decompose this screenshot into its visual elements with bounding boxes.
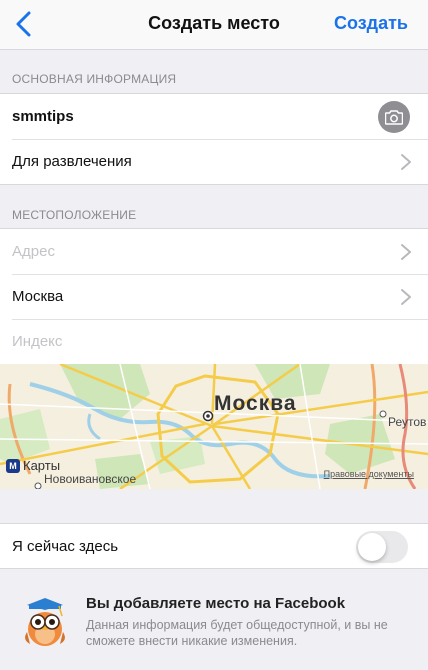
chevron-right-icon (401, 289, 411, 305)
maps-logo-icon: M (6, 458, 20, 473)
maps-logo: M Карты (6, 458, 60, 473)
location-group: Адрес Москва Индекс (0, 228, 428, 364)
place-name-value: smmtips (12, 108, 74, 125)
address-field[interactable]: Адрес (12, 243, 55, 260)
category-value: Для развлечения (12, 153, 132, 170)
postal-code-field[interactable]: Индекс (12, 333, 62, 350)
chevron-right-icon (401, 154, 411, 170)
toggle-knob (358, 533, 386, 561)
facebook-notice: Вы добавляете место на Facebook Данная и… (0, 590, 428, 660)
create-button[interactable]: Создать (334, 13, 408, 34)
place-name-row[interactable]: smmtips (0, 94, 428, 139)
category-row[interactable]: Для развлечения (0, 139, 428, 184)
city-value: Москва (12, 288, 64, 305)
add-photo-button[interactable] (378, 101, 410, 133)
maps-logo-text: Карты (23, 458, 61, 473)
facebook-notice-title: Вы добавляете место на Facebook (86, 595, 346, 612)
city-row[interactable]: Москва (0, 274, 428, 319)
postal-code-row[interactable]: Индекс (0, 319, 428, 364)
basic-info-group: smmtips Для развлечения (0, 93, 428, 185)
map-city-label: Москва (214, 392, 297, 415)
camera-icon (385, 109, 403, 125)
map-place-label: Новоивановское (44, 472, 137, 486)
section-header-location: МЕСТОПОЛОЖЕНИЕ (12, 208, 137, 222)
navigation-bar: Создать место Создать (0, 0, 428, 50)
presence-row: Я сейчас здесь (0, 523, 428, 569)
section-header-basic-info: ОСНОВНАЯ ИНФОРМАЦИЯ (12, 72, 177, 86)
chevron-right-icon (401, 244, 411, 260)
address-row[interactable]: Адрес (0, 229, 428, 274)
map-place-label: Реутов (388, 415, 427, 429)
legal-documents-link[interactable]: Правовые документы (324, 469, 414, 479)
presence-label: Я сейчас здесь (12, 537, 119, 555)
presence-toggle[interactable] (356, 531, 408, 563)
facebook-notice-description: Данная информация будет общедоступной, и… (86, 618, 388, 648)
owl-icon (25, 598, 65, 646)
